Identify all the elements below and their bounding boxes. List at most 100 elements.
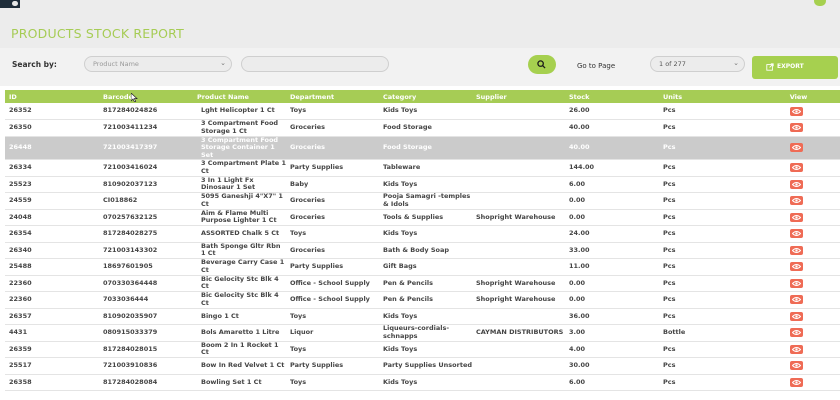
eye-icon [792,108,801,114]
cell-view [753,226,840,243]
cell-units: Pcs [663,212,676,221]
export-label: EXPORT [777,63,804,70]
table-row[interactable]: 26359 817284028015 Boom 2 In 1 Rocket 1 Ct… [5,341,840,358]
app-logo[interactable] [0,0,20,8]
cell-view [753,275,840,292]
cell-product-name: 3 In 1 Light Fx Dinosaur 1 Set [201,176,256,192]
cell-category: Kids Toys [383,106,418,115]
header-department[interactable]: Department [286,90,379,103]
view-button[interactable] [790,143,803,153]
cell-view [753,160,840,177]
cell-view [753,259,840,276]
table-row[interactable]: 25517 721003910836 Bow In Red Velvet 1 Ct P… [5,358,840,375]
view-button[interactable] [790,311,803,321]
table-row[interactable]: 26350 721003411234 3 Compartment Food Stor… [5,120,840,136]
top-bar [0,0,840,8]
cell-product-name: Bic Gelocity Stc Blk 4 Ct [201,275,279,291]
header-id[interactable]: ID [5,90,99,103]
header-units[interactable]: Units [659,90,753,103]
table-row[interactable]: 26352 817284024826 Lght Helicopter 1 Ct Toy… [5,103,840,120]
cell-department: Toys [290,106,307,115]
cell-barcode: 070257632125 [103,212,158,221]
header-product-name[interactable]: Product Name [193,90,286,103]
table-row[interactable]: 26358 817284028084 Bowling Set 1 Ct Toys Kid… [5,374,840,391]
header-supplier[interactable]: Supplier [472,90,565,103]
table-row[interactable]: 25488 18697601905 Beverage Carry Case 1 Ct… [5,259,840,276]
cell-id: 24559 [9,196,32,204]
logo-mark [12,1,18,6]
cell-supplier: Shopright Warehouse [476,278,556,287]
search-button[interactable] [528,55,556,74]
cell-product-name: Bowling Set 1 Ct [201,377,262,386]
cell-category: Liqueurs-cordials-schnapps [383,324,450,340]
eye-icon [792,125,801,131]
table-row[interactable]: 26354 817284028275 ASSORTED Chalk 5 Ct Toys… [5,226,840,243]
eye-icon [792,231,801,237]
view-button[interactable] [790,212,803,222]
page-select-value: 1 of 277 [659,60,686,68]
table-row[interactable]: 26334 721003416024 3 Compartment Plate 1 C… [5,160,840,177]
cell-stock: 30.00 [569,361,590,369]
cell-product-name: Boom 2 In 1 Rocket 1 Ct [201,341,279,357]
view-button[interactable] [790,123,803,133]
table-row[interactable]: 22360 070330364448 Bic Gelocity Stc Blk 4 … [5,275,840,292]
view-button[interactable] [790,229,803,239]
view-button[interactable] [790,106,803,116]
cell-product-name: ASSORTED Chalk 5 Ct [201,229,280,237]
view-button[interactable] [790,344,803,354]
cell-category: Pen & Pencils [383,278,433,287]
table-row[interactable]: 4431 080915033379 Bols Amaretto 1 Litre Liq… [5,324,840,341]
cell-view [753,103,840,120]
cell-stock: 26.00 [569,106,590,115]
header-stock[interactable]: Stock [565,90,659,103]
page-header: PRODUCTS STOCK REPORT [0,8,840,48]
cell-view [753,242,840,259]
cell-id: 25517 [9,361,32,369]
view-button[interactable] [790,196,803,206]
table-row[interactable]: 26357 810902035907 Bingo 1 Ct Toys Kids Toys… [5,308,840,325]
view-button[interactable] [790,295,803,305]
export-button[interactable]: EXPORT [752,56,838,79]
table-row[interactable]: 24559 CI018862 5095 Ganeshji 4"X7" 1 Ct Gro… [5,192,840,209]
header-view: View [789,92,808,101]
cell-category: Kids Toys [383,229,418,237]
header-category[interactable]: Category [379,90,472,103]
page-select[interactable]: 1 of 277 ⌄ [650,56,745,72]
view-button[interactable] [790,328,803,338]
cell-product-name: Lght Helicopter 1 Ct [201,106,275,115]
user-avatar[interactable] [814,0,826,6]
search-input[interactable] [241,56,389,72]
view-button[interactable] [790,262,803,272]
cell-barcode: 721003417397 [103,143,158,151]
view-button[interactable] [790,163,803,173]
cell-category: Pooja Samagri -temples & Idols [383,192,471,208]
cell-units: Pcs [663,278,676,287]
view-button[interactable] [790,278,803,288]
view-button[interactable] [790,377,803,387]
table-row[interactable]: 26340 721003143302 Bath Sponge Gltr Rbn 1 … [5,242,840,259]
cell-view [753,374,840,391]
view-button[interactable] [790,245,803,255]
cell-id: 26354 [9,229,32,237]
table-row[interactable]: 22360 7033036444 Bic Gelocity Stc Blk 4 Ct… [5,292,840,308]
table-row[interactable]: 24048 070257632125 Aim & Flame Multi Purpo… [5,209,840,226]
table-row[interactable]: 26448 721003417397 3 Compartment Food Stor… [5,136,840,160]
cell-stock: 40.00 [569,123,590,131]
header-barcode[interactable]: Barcode [99,90,193,103]
cell-department: Groceries [290,196,325,204]
cell-department: Groceries [290,245,325,254]
cell-view [753,176,840,193]
cell-units: Pcs [663,262,676,270]
cell-supplier [472,358,565,375]
table-row[interactable]: 25523 810902037123 3 In 1 Light Fx Dinosau… [5,176,840,193]
cell-barcode: 080915033379 [103,328,158,336]
cell-supplier [472,259,565,276]
view-button[interactable] [790,179,803,189]
eye-icon [792,346,801,352]
view-button[interactable] [790,361,803,371]
cell-units: Pcs [663,295,676,303]
cell-units: Pcs [663,361,676,369]
cell-id: 26358 [9,377,32,386]
search-field-select[interactable]: Product Name ⌄ [84,56,232,72]
cell-view [753,341,840,358]
